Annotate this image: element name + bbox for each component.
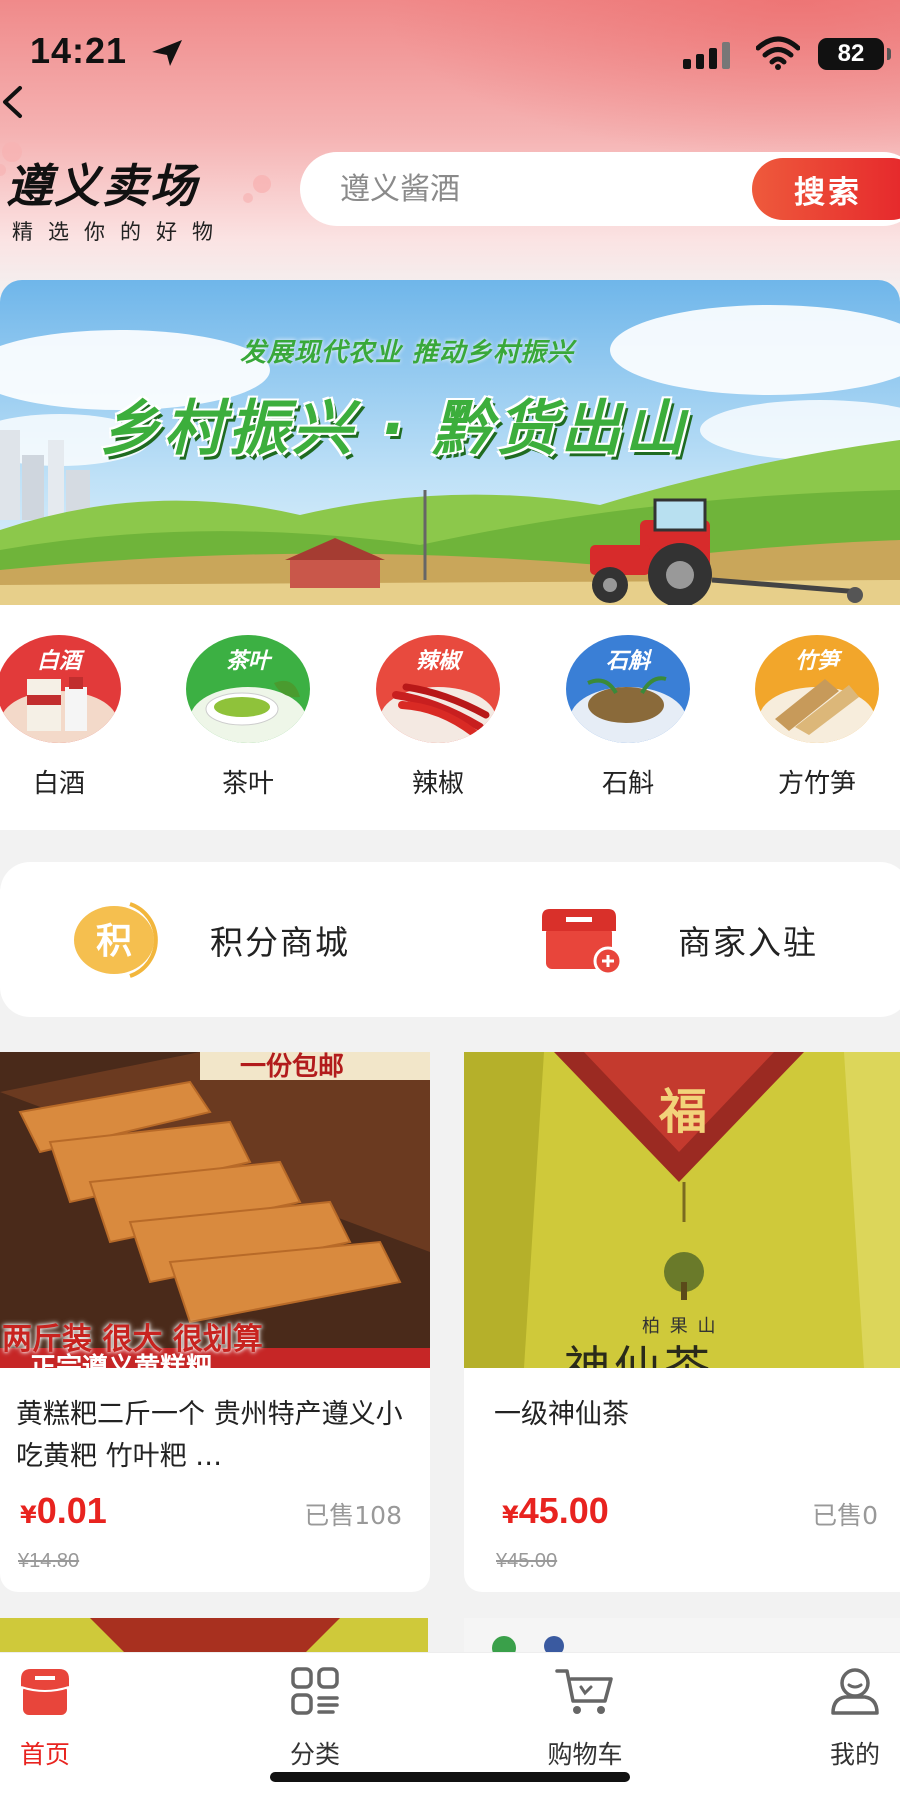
points-icon: 积: [74, 901, 158, 978]
search-input[interactable]: [300, 171, 740, 207]
search-bar: 搜索: [300, 152, 900, 226]
tea-icon: 茶叶: [186, 635, 310, 743]
product-card[interactable]: 一份包邮 两斤装 很大 很划算 正宗遵义黄糕粑 黄糕粑二斤一个 贵州特产遵义小吃…: [0, 1052, 430, 1592]
feature-shortcuts: 积 积分商城 商家入驻: [0, 862, 900, 1017]
tab-label: 首页: [19, 1740, 70, 1769]
status-bar: 14:21 82: [0, 0, 900, 100]
original-price: ¥45.00: [496, 1550, 558, 1572]
product-name: 黄糕粑二斤一个 贵州特产遵义小吃黄粑 竹叶粑 …: [16, 1399, 403, 1472]
brand-subtitle: 精选你的好物: [12, 220, 228, 244]
product-price: ¥45.00: [502, 1490, 609, 1531]
baijiu-icon: 白酒: [0, 635, 121, 743]
price-row: ¥0.01 已售108: [0, 1488, 430, 1538]
product-image-caption-2: 正宗遵义黄糕粑: [30, 1353, 213, 1368]
category-label: 石斛: [601, 769, 654, 799]
wifi-icon: [756, 36, 800, 70]
category-icon: [291, 1667, 339, 1715]
tab-label: 我的: [829, 1740, 880, 1769]
banner-title: 乡村振兴 · 黔货出山: [100, 394, 689, 464]
category-tag: 茶叶: [225, 649, 270, 674]
product-card[interactable]: 福 柏 果 山 神仙茶 一级神仙茶 ¥45.00 已售0 ¥45.00: [464, 1052, 900, 1592]
category-tag: 白酒: [36, 649, 81, 674]
product-price: ¥0.01: [20, 1490, 107, 1531]
product-image: 一份包邮 两斤装 很大 很划算 正宗遵义黄糕粑: [0, 1052, 430, 1368]
product-name: 一级神仙茶: [494, 1399, 629, 1430]
chili-icon: 辣椒: [376, 635, 500, 743]
category-label: 白酒: [32, 769, 85, 799]
category-item-tea[interactable]: 茶叶 茶叶: [183, 635, 313, 800]
category-tag: 辣椒: [415, 649, 460, 674]
sold-count: 已售0: [812, 1501, 878, 1530]
original-price: ¥14.80: [18, 1550, 80, 1572]
product-image-brand: 柏 果 山: [642, 1316, 718, 1337]
tab-label: 购物车: [547, 1740, 623, 1769]
points-mall-entry[interactable]: 积 积分商城: [70, 862, 350, 1017]
category-item-chili[interactable]: 辣椒 辣椒: [373, 635, 503, 800]
feature-label: 积分商城: [210, 922, 350, 962]
category-tag: 竹笋: [794, 649, 839, 674]
cellular-signal-icon: [683, 42, 730, 69]
category-tag: 石斛: [605, 649, 650, 674]
brand-title: 遵义卖场: [6, 159, 198, 213]
location-arrow-icon: [152, 40, 182, 66]
category-item-dendrobium[interactable]: 石斛 石斛: [563, 635, 693, 800]
promo-banner[interactable]: 发展现代农业 推动乡村振兴 乡村振兴 · 黔货出山: [0, 280, 900, 610]
feature-label: 商家入驻: [678, 922, 818, 962]
tab-category[interactable]: 分类: [250, 1661, 380, 1771]
cart-icon: [555, 1669, 613, 1714]
merchant-join-entry[interactable]: 商家入驻: [540, 862, 818, 1017]
points-icon-text: 积: [96, 921, 132, 962]
tab-cart[interactable]: 购物车: [520, 1661, 650, 1771]
product-image-title: 神仙茶: [564, 1341, 714, 1368]
sold-count: 已售108: [304, 1501, 402, 1530]
profile-icon: [831, 1668, 879, 1715]
category-item-baijiu[interactable]: 白酒 白酒: [0, 635, 124, 800]
home-indicator: [270, 1772, 630, 1782]
shop-icon: [542, 908, 623, 973]
product-image-banner: 一份包邮: [240, 1052, 345, 1082]
back-arrow-icon[interactable]: [0, 82, 30, 122]
search-button[interactable]: 搜索: [752, 158, 900, 220]
category-label: 辣椒: [411, 769, 464, 799]
home-icon: [20, 1669, 70, 1715]
category-panel: 白酒 白酒 茶叶 茶叶 辣椒 辣椒 石斛 石斛 竹笋 方竹笋: [0, 605, 900, 830]
tab-home[interactable]: 首页: [0, 1661, 110, 1771]
dendrobium-icon: 石斛: [566, 635, 690, 743]
bamboo-shoot-icon: 竹笋: [755, 635, 879, 743]
tab-label: 分类: [289, 1740, 340, 1769]
battery-indicator: 82: [818, 38, 891, 70]
tab-profile[interactable]: 我的: [790, 1661, 900, 1771]
category-label: 方竹笋: [777, 769, 856, 799]
status-time: 14:21: [30, 30, 128, 71]
banner-subtitle: 发展现代农业 推动乡村振兴: [240, 338, 575, 368]
category-label: 茶叶: [221, 769, 274, 799]
product-image: 福 柏 果 山 神仙茶: [464, 1052, 900, 1368]
price-row: ¥45.00 已售0: [464, 1488, 900, 1538]
product-image-mark: 福: [659, 1084, 708, 1140]
category-item-bamboo-shoot[interactable]: 竹笋 方竹笋: [752, 635, 882, 800]
